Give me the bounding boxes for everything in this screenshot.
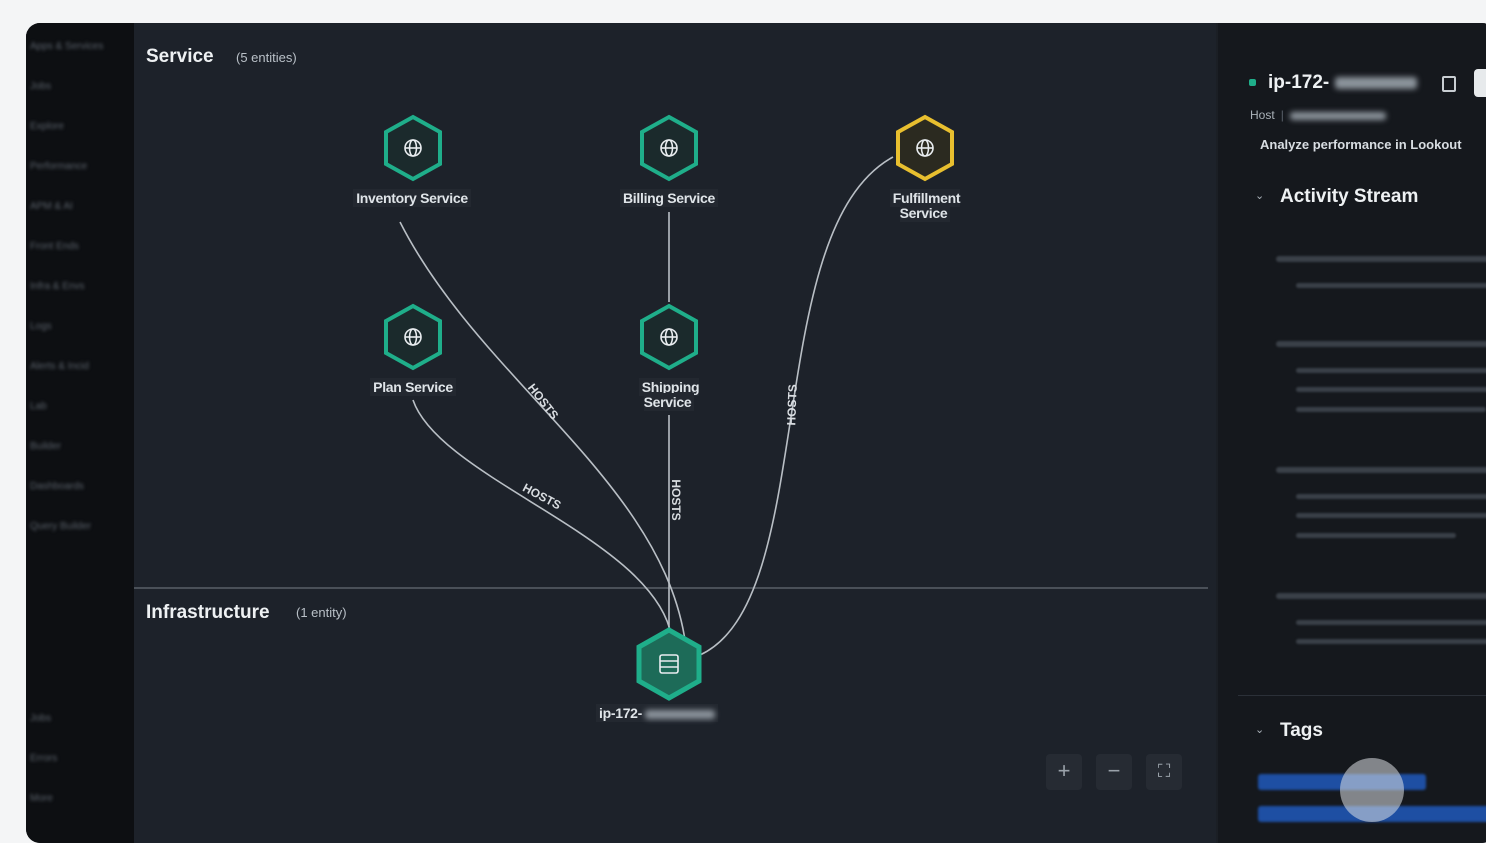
inventory-service-label: Inventory Service: [350, 189, 474, 207]
host-node[interactable]: [636, 627, 702, 701]
edge-label: HOSTS: [520, 481, 563, 513]
host-node-label: ip-172-: [596, 704, 746, 722]
edge-inventory-host: [399, 221, 686, 641]
edge-plan-host: [412, 399, 673, 641]
edge-label: HOSTS: [784, 384, 799, 426]
plan-service-label: Plan Service: [345, 378, 481, 396]
fulfillment-service-label: Fulfillment Service: [865, 189, 985, 222]
billing-service-label: Billing Service: [595, 189, 743, 207]
edge-label: HOSTS: [669, 479, 683, 520]
edge-label: HOSTS: [525, 381, 561, 422]
shipping-service-label: Shipping Service: [617, 378, 721, 411]
